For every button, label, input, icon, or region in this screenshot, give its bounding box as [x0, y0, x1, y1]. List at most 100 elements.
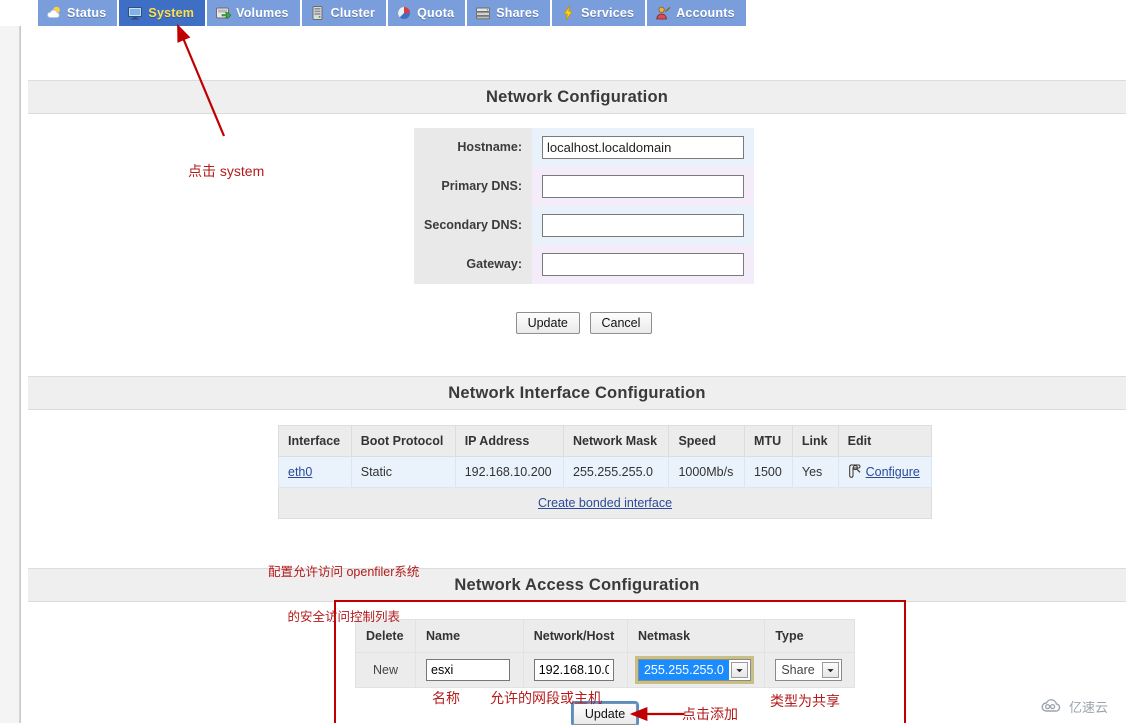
form-row-hostname: Hostname:: [414, 128, 754, 167]
tab-label: Shares: [496, 6, 540, 20]
gateway-input[interactable]: [542, 253, 744, 276]
create-bonded-interface-link[interactable]: Create bonded interface: [538, 496, 672, 510]
annotation-type-note: 类型为共享: [770, 693, 840, 709]
chevron-down-icon: [730, 662, 748, 678]
form-row-primary-dns: Primary DNS:: [414, 167, 754, 206]
table-header-row: Interface Boot Protocol IP Address Netwo…: [278, 425, 933, 457]
cloud-logo-icon: [1040, 697, 1066, 716]
network-configuration-form: Hostname: Primary DNS: Secondary DNS: Ga…: [414, 128, 754, 284]
annotation-acl-note: 配置允许访问 openfiler系统 的安全访问控制列表: [268, 535, 419, 640]
column-ip-address: IP Address: [454, 425, 565, 457]
cell-boot-protocol: Static: [350, 456, 456, 488]
column-network-mask: Network Mask: [563, 425, 670, 457]
cell-delete-new: New: [354, 652, 417, 688]
column-interface: Interface: [278, 425, 352, 457]
access-netmask-value: 255.255.255.0: [638, 660, 729, 680]
network-configuration-buttons: Update Cancel: [414, 312, 754, 334]
configure-link[interactable]: Configure: [866, 465, 920, 479]
access-update-button[interactable]: Update: [570, 701, 640, 725]
tab-quota[interactable]: Quota: [388, 0, 468, 26]
primary-dns-label: Primary DNS:: [414, 167, 532, 206]
column-edit: Edit: [837, 425, 933, 457]
annotation-acl-line1: 配置允许访问 openfiler系统: [268, 565, 420, 579]
hostname-input[interactable]: [542, 136, 744, 159]
configure-scroll-icon: [848, 463, 864, 482]
interface-link-eth0[interactable]: eth0: [288, 465, 312, 479]
column-name: Name: [415, 619, 524, 653]
section-header-network-access-configuration: Network Access Configuration: [28, 568, 1126, 602]
network-access-table: Delete Name Network/Host Netmask Type Ne…: [354, 619, 855, 688]
volumes-disk-icon: [215, 5, 232, 21]
annotation-acl-line2: 的安全访问控制列表: [287, 610, 400, 624]
chevron-down-icon: [821, 662, 839, 678]
tab-label: Cluster: [330, 6, 376, 20]
cell-mtu: 1500: [744, 456, 793, 488]
tab-label: System: [148, 6, 195, 20]
configure-action[interactable]: Configure: [848, 463, 922, 482]
accounts-user-icon: [655, 5, 671, 21]
tab-accounts[interactable]: Accounts: [647, 0, 748, 26]
section-title: Network Access Configuration: [454, 575, 700, 594]
section-header-network-configuration: Network Configuration: [28, 80, 1126, 114]
access-network-host-input[interactable]: [533, 659, 614, 681]
access-name-input[interactable]: [426, 659, 511, 681]
table-footer-row: Create bonded interface: [278, 487, 932, 519]
cluster-server-icon: [310, 5, 326, 21]
tab-shares[interactable]: Shares: [467, 0, 553, 26]
secondary-dns-input[interactable]: [542, 214, 744, 237]
update-button[interactable]: Update: [515, 312, 580, 334]
column-type: Type: [764, 619, 855, 653]
access-type-select[interactable]: Share: [775, 659, 842, 681]
secondary-dns-label: Secondary DNS:: [414, 206, 532, 245]
shares-stack-icon: [475, 5, 491, 21]
main-tab-bar: Status System Volumes Cluster Quota Shar…: [0, 0, 1146, 26]
tab-label: Volumes: [236, 6, 289, 20]
tab-system[interactable]: System: [119, 0, 208, 26]
section-title: Network Interface Configuration: [448, 383, 706, 402]
annotation-add-note: 点击添加: [682, 706, 738, 722]
annotation-host-note: 允许的网段或主机: [490, 690, 602, 706]
status-cloud-icon: [46, 5, 62, 21]
primary-dns-input[interactable]: [542, 175, 744, 198]
tab-status[interactable]: Status: [36, 0, 120, 26]
cell-network-mask: 255.255.255.0: [563, 456, 670, 488]
watermark: 亿速云: [1040, 697, 1108, 716]
tab-label: Services: [581, 6, 635, 20]
access-netmask-select[interactable]: 255.255.255.0: [634, 656, 754, 684]
cell-link: Yes: [791, 456, 839, 488]
gateway-label: Gateway:: [414, 245, 532, 284]
tab-services[interactable]: Services: [552, 0, 648, 26]
tab-cluster[interactable]: Cluster: [301, 0, 389, 26]
column-link: Link: [791, 425, 839, 457]
cell-speed: 1000Mb/s: [668, 456, 746, 488]
network-interface-table: Interface Boot Protocol IP Address Netwo…: [278, 425, 933, 519]
annotation-name-note: 名称: [432, 690, 460, 706]
form-row-gateway: Gateway:: [414, 245, 754, 284]
lightning-bolt-icon: [560, 5, 576, 21]
section-title: Network Configuration: [485, 87, 669, 106]
annotation-click-system: 点击 system: [188, 163, 265, 179]
column-mtu: MTU: [744, 425, 793, 457]
form-row-secondary-dns: Secondary DNS:: [414, 206, 754, 245]
watermark-text: 亿速云: [1069, 700, 1109, 715]
tab-label: Accounts: [676, 6, 735, 20]
left-gutter: [0, 26, 20, 723]
monitor-icon: [127, 5, 143, 21]
section-header-network-interface-configuration: Network Interface Configuration: [28, 376, 1126, 410]
table-row: New 255.255.255.0 Share: [354, 652, 855, 688]
tab-label: Quota: [417, 6, 455, 20]
tab-volumes[interactable]: Volumes: [207, 0, 302, 26]
quota-pie-icon: [396, 5, 412, 21]
column-speed: Speed: [668, 425, 746, 457]
access-type-value: Share: [781, 663, 815, 677]
cell-ip-address: 192.168.10.200: [454, 456, 565, 488]
table-header-row: Delete Name Network/Host Netmask Type: [354, 619, 855, 653]
column-netmask: Netmask: [626, 619, 766, 653]
column-boot-protocol: Boot Protocol: [350, 425, 456, 457]
table-row: eth0 Static 192.168.10.200 255.255.255.0…: [278, 456, 933, 488]
cancel-button[interactable]: Cancel: [589, 312, 653, 334]
tab-strip: Status System Volumes Cluster Quota Shar…: [36, 0, 748, 26]
column-network-host: Network/Host: [522, 619, 628, 653]
hostname-label: Hostname:: [414, 128, 532, 167]
tab-label: Status: [67, 6, 107, 20]
